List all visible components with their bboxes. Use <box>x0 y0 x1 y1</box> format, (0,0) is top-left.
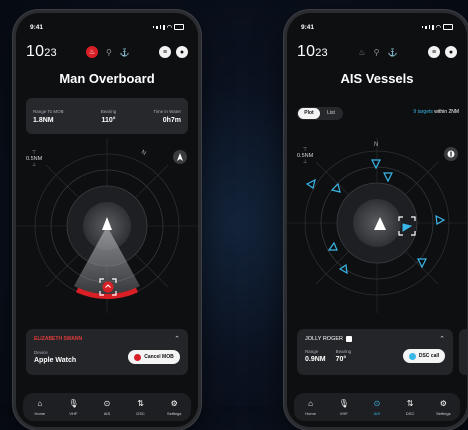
ais-target <box>417 258 427 269</box>
bottom-tab-bar: ⌂ Home 🎙 VHF ⊙ AIS ⇅ DSC ⚙ Settings <box>23 393 191 421</box>
status-icons: ◠ <box>421 24 453 31</box>
status-time: 9:41 <box>301 23 315 31</box>
profile-button[interactable]: ● <box>445 46 457 58</box>
list-toggle[interactable]: List <box>320 108 342 119</box>
tab-home[interactable]: ⌂ Home <box>299 399 323 416</box>
location-pin-icon: ⊙ <box>103 398 111 408</box>
status-bar: 9:41 ◠ <box>30 22 184 32</box>
bearing-label: Bearing <box>335 349 352 354</box>
range-value: 0.9NM <box>305 356 326 363</box>
bearing-value: 70° <box>335 356 347 363</box>
tab-vhf[interactable]: 🎙 VHF <box>332 399 356 416</box>
layers-button[interactable]: ≡ <box>158 46 171 58</box>
home-icon: ⌂ <box>308 398 314 408</box>
mob-alert-icon[interactable]: ♨ <box>86 46 98 58</box>
battery-icon <box>443 24 453 30</box>
range-scale: ⊤ 0.5NM ⊥ <box>297 147 314 165</box>
location-pin-icon: ⊙ <box>373 398 381 408</box>
collapse-chevron-icon[interactable]: ⌃ <box>174 335 180 343</box>
clock: 1023 <box>297 43 328 60</box>
device-value: Apple Watch <box>34 357 77 364</box>
ais-target <box>305 178 316 189</box>
tab-ais[interactable]: ⊙ AIS <box>95 399 119 416</box>
tab-dsc[interactable]: ⇅ DSC <box>129 399 153 416</box>
mob-stats: Range To MOB 1.8NM Bearing 110° Time in … <box>26 98 188 134</box>
ais-target <box>383 172 393 183</box>
status-icons: ◠ <box>152 24 184 31</box>
collapse-chevron-icon[interactable]: ⌃ <box>439 335 445 343</box>
compass-button[interactable] <box>173 150 187 164</box>
anchor-icon[interactable]: ⚓ <box>387 48 397 57</box>
arrows-icon: ⇅ <box>137 398 144 408</box>
phone-icon <box>408 352 416 360</box>
bike-icon[interactable]: ⚲ <box>374 48 380 57</box>
compass-button[interactable] <box>444 147 458 161</box>
mob-icon[interactable]: ♨ <box>358 48 365 57</box>
vessel-card[interactable]: JOLLY ROGER ⌃ Range 0.9NM Bearing 70° DS… <box>297 329 453 375</box>
tab-vhf[interactable]: 🎙 VHF <box>61 399 85 416</box>
dsc-call-button[interactable]: DSC call <box>403 349 445 363</box>
home-icon: ⌂ <box>37 398 43 408</box>
ais-radar[interactable]: N <box>287 138 467 313</box>
page-title: Man Overboard <box>59 71 155 86</box>
ais-screen: 9:41 ◠ 1023 ♨ ⚲ ⚓ ≡ ● AIS Vessels Plot L… <box>287 13 467 427</box>
vessel-type-icon <box>346 336 353 342</box>
tab-ais[interactable]: ⊙ AIS <box>365 399 389 416</box>
profile-button[interactable]: ● <box>175 46 188 58</box>
clock: 1023 <box>26 43 57 60</box>
microphone-icon: 🎙 <box>338 398 349 408</box>
tab-dsc[interactable]: ⇅ DSC <box>398 399 422 416</box>
arrows-icon: ⇅ <box>406 398 414 408</box>
layers-button[interactable]: ≡ <box>428 46 440 58</box>
page-title: AIS Vessels <box>340 71 414 86</box>
mob-target-icon[interactable] <box>99 278 117 296</box>
tab-settings[interactable]: ⚙ Settings <box>431 399 455 416</box>
stat-bearing: Bearing 110° <box>100 108 117 124</box>
mob-person-name: ELIZABETH SWANN <box>34 336 83 342</box>
targets-info: 9 targets within 2NM <box>413 109 459 115</box>
next-vessel-card-peek[interactable] <box>459 329 467 375</box>
view-toggle: Plot List <box>297 107 343 120</box>
battery-icon <box>174 24 184 30</box>
mode-icons: ♨ ⚲ ⚓ <box>358 48 397 57</box>
mode-icons: ♨ ⚲ ⚓ <box>86 46 130 58</box>
phone-mob: 9:41 ◠ 1023 ♨ ⚲ ⚓ ≡ ● Man Overboard Rang… <box>13 10 201 430</box>
north-marker: N <box>140 150 147 157</box>
tab-settings[interactable]: ⚙ Settings <box>162 399 186 416</box>
cancel-mob-button[interactable]: Cancel MOB <box>128 350 180 364</box>
stat-time-in-water: Time in Water 0h7m <box>153 108 181 124</box>
bottom-tab-bar: ⌂ Home 🎙 VHF ⊙ AIS ⇅ DSC ⚙ Settings <box>294 393 460 421</box>
range-scale: ⊤ 0.5NM ⊥ <box>26 150 43 168</box>
microphone-icon: 🎙 <box>68 398 79 408</box>
gear-icon: ⚙ <box>439 398 447 408</box>
vessel-name: JOLLY ROGER <box>305 336 344 342</box>
mob-small-icon <box>134 353 142 361</box>
tab-home[interactable]: ⌂ Home <box>28 399 52 416</box>
phone-ais: 9:41 ◠ 1023 ♨ ⚲ ⚓ ≡ ● AIS Vessels Plot L… <box>284 10 468 430</box>
range-label: Range <box>305 349 319 354</box>
anchor-icon[interactable]: ⚓ <box>120 48 130 57</box>
north-marker: N <box>374 142 378 148</box>
device-label: Device <box>34 350 48 355</box>
status-time: 9:41 <box>30 23 44 31</box>
stat-range: Range To MOB 1.8NM <box>33 108 64 124</box>
status-bar: 9:41 ◠ <box>301 22 453 32</box>
mob-screen: 9:41 ◠ 1023 ♨ ⚲ ⚓ ≡ ● Man Overboard Rang… <box>16 13 198 427</box>
ais-target <box>330 182 341 193</box>
bike-icon[interactable]: ⚲ <box>106 48 112 57</box>
gear-icon: ⚙ <box>170 398 178 408</box>
plot-toggle[interactable]: Plot <box>298 108 320 119</box>
mob-alert-card: ELIZABETH SWANN ⌃ Device Apple Watch Can… <box>26 329 188 375</box>
top-bar: 1023 ♨ ⚲ ⚓ ≡ ● <box>297 43 457 61</box>
top-bar: 1023 ♨ ⚲ ⚓ ≡ ● <box>26 43 188 61</box>
ais-target <box>327 241 338 251</box>
